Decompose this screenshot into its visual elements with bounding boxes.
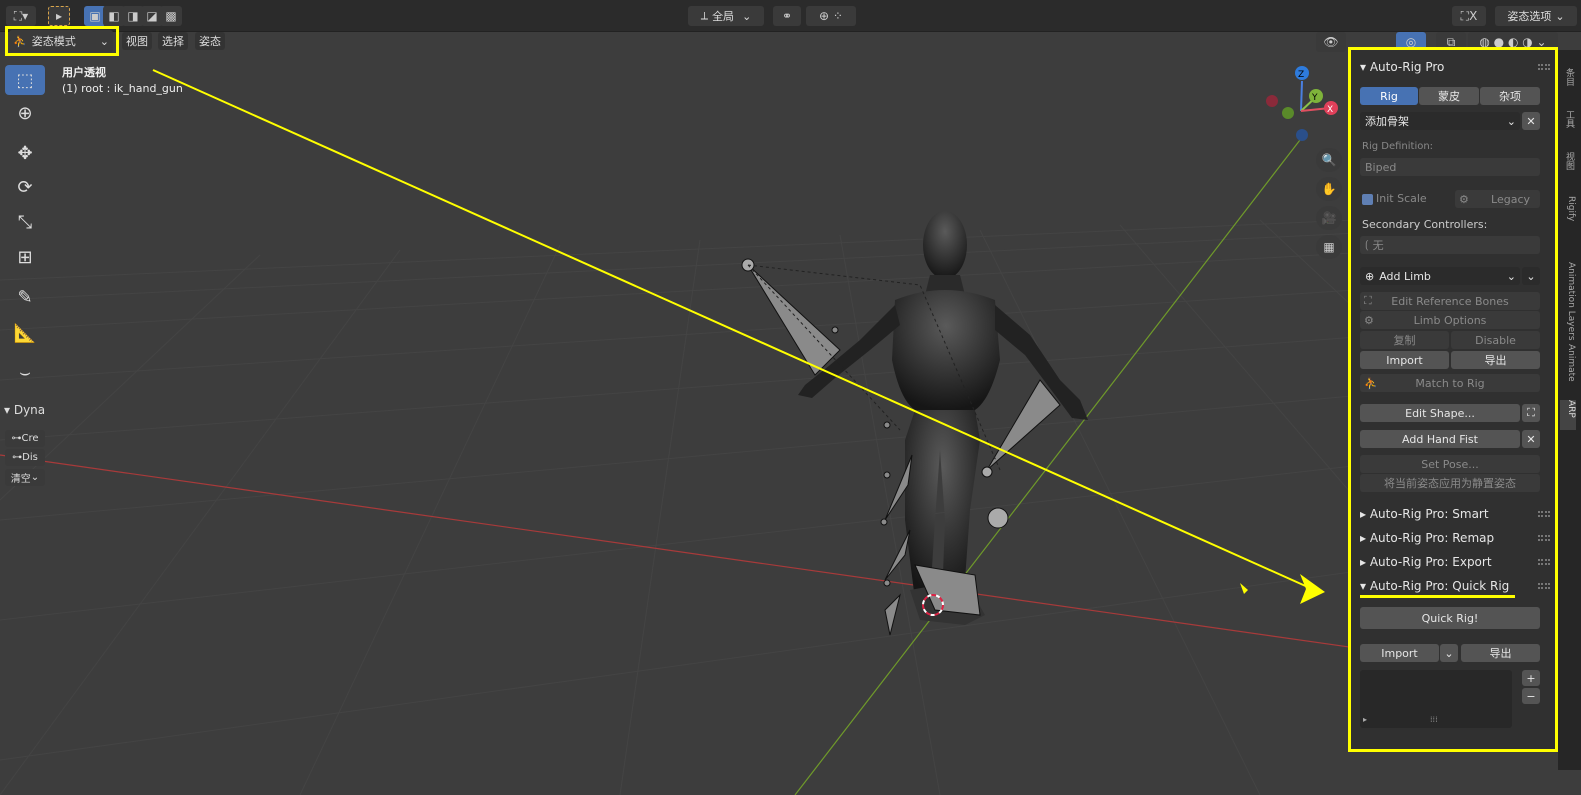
- select-tool-icon[interactable]: ▸: [48, 6, 70, 26]
- tab-view[interactable]: 视图: [1560, 152, 1576, 192]
- active-object: (1) root : ik_hand_gun: [62, 82, 183, 95]
- tab-tool[interactable]: 工具: [1560, 110, 1576, 150]
- annotation-arrow: [152, 69, 1311, 589]
- visibility-icon[interactable]: 👁: [1316, 32, 1346, 52]
- viewport-3d[interactable]: Z Y X: [0, 0, 1581, 795]
- snap-icon[interactable]: ⊕ ⁘: [806, 6, 856, 26]
- zoom-icon[interactable]: 🔍: [1316, 148, 1342, 172]
- select-box-tool-icon[interactable]: ⬚: [5, 65, 45, 95]
- chevron-down-icon: ⌄: [1555, 9, 1565, 23]
- gizmo-z-label: Z: [1298, 70, 1304, 80]
- gizmo-x-label: X: [1327, 105, 1333, 115]
- menu-view[interactable]: 视图: [122, 32, 152, 50]
- blender-window: Z Y X ⛶▾ ▸ ▣ ◧ ◨ ◪ ▩ ⟂ 全局 ⌄ ⚭ ⊕ ⁘ ⛶ X 姿态选项…: [0, 0, 1581, 795]
- floor-grid: [0, 209, 1581, 795]
- rotate-tool-icon[interactable]: ⟳: [5, 172, 45, 202]
- dissolve-button[interactable]: ⊶ Dis: [5, 449, 45, 466]
- dissolve-label: Dis: [22, 452, 38, 463]
- gizmo-y-label: Y: [1311, 93, 1318, 103]
- dyna-header[interactable]: ▾ Dyna: [4, 403, 45, 417]
- editor-type-icon[interactable]: ⛶▾: [6, 6, 36, 26]
- view-name: 用户透视: [62, 66, 106, 79]
- pose-options-label: 姿态选项: [1507, 10, 1552, 23]
- pivot-icon[interactable]: ⚭: [773, 6, 801, 26]
- scale-tool-icon[interactable]: ⤡: [5, 207, 45, 237]
- pan-hand-icon[interactable]: ✋: [1316, 177, 1342, 201]
- chevron-down-icon: ⌄: [742, 9, 752, 23]
- unlink-icon: ⊶: [12, 452, 23, 463]
- transform-icon: ⟂: [700, 9, 709, 22]
- pose-options-dropdown[interactable]: 姿态选项 ⌄: [1495, 6, 1577, 26]
- clear-dropdown[interactable]: 清空 ⌄: [5, 469, 45, 486]
- tab-animation-layers[interactable]: Animation Layers: [1560, 262, 1576, 342]
- menu-select[interactable]: 选择: [158, 32, 188, 50]
- chevron-down-icon: ⌄: [30, 472, 40, 483]
- grid-view-icon[interactable]: ▦: [1316, 235, 1342, 259]
- camera-icon[interactable]: 🎥: [1316, 206, 1342, 230]
- gizmo-neg-z[interactable]: [1296, 129, 1308, 141]
- create-button[interactable]: ⊶ Cre: [5, 430, 45, 447]
- tab-rigify[interactable]: Rigify: [1560, 196, 1576, 256]
- annotate-tool-icon[interactable]: ✎: [5, 282, 45, 312]
- close-x-label: X: [1469, 9, 1478, 23]
- panel-highlight-box: [1348, 47, 1558, 752]
- link-icon: ⊶: [11, 433, 22, 444]
- orientation-label: 全局: [712, 10, 735, 23]
- mode-highlight-box: [5, 26, 119, 56]
- gizmo-neg-x[interactable]: [1266, 95, 1278, 107]
- annotation-arrow-head: [1300, 574, 1325, 604]
- move-tool-icon[interactable]: ✥: [5, 138, 45, 168]
- transform-orientation[interactable]: ⟂ 全局 ⌄: [688, 6, 764, 26]
- gizmo-neg-y[interactable]: [1282, 107, 1294, 119]
- dyna-title: Dyna: [13, 403, 46, 417]
- bone-envelope-tool-icon[interactable]: ⌣: [5, 357, 45, 387]
- cursor-tool-icon[interactable]: ⊕: [5, 98, 45, 128]
- x-axis-line: [0, 454, 1581, 681]
- menu-pose[interactable]: 姿态: [195, 32, 225, 50]
- viewport-header: ⛹ 姿态模式 ⌄ 视图 选择 姿态: [0, 26, 1340, 56]
- measure-tool-icon[interactable]: 📐: [5, 318, 45, 348]
- create-label: Cre: [21, 433, 39, 444]
- clear-label: 清空: [10, 474, 31, 485]
- tab-arp[interactable]: ARP: [1560, 400, 1576, 430]
- gizmo-toggle-icon[interactable]: ⛶ X: [1452, 6, 1486, 26]
- tab-item[interactable]: 条目: [1560, 68, 1576, 108]
- top-header: ⛶▾ ▸ ▣ ◧ ◨ ◪ ▩ ⟂ 全局 ⌄ ⚭ ⊕ ⁘ ⛶ X 姿态选项 ⌄: [0, 0, 1581, 32]
- tab-animate[interactable]: Animate: [1560, 344, 1576, 394]
- y-axis-line: [794, 139, 1301, 795]
- transform-tool-icon[interactable]: ⊞: [5, 242, 45, 272]
- select-intersect-icon[interactable]: ▩: [160, 6, 182, 26]
